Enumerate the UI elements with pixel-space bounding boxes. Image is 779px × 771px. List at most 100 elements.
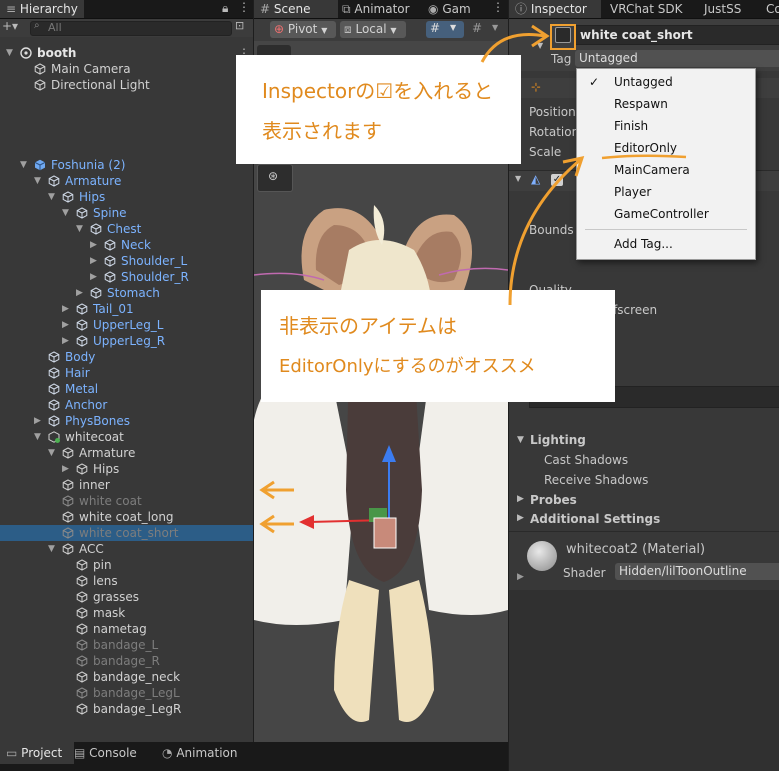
hierarchy-row-label: Chest xyxy=(107,222,142,236)
hierarchy-row[interactable]: ▼ Foshunia (2) xyxy=(0,157,253,173)
hierarchy-row[interactable]: ▼ Armature xyxy=(0,173,253,189)
tab-vrchat-sdk[interactable]: VRChat SDK xyxy=(610,0,683,18)
hierarchy-row[interactable]: ▶ Shoulder_L xyxy=(0,253,253,269)
hierarchy-row-label: bandage_LegL xyxy=(93,686,180,700)
hierarchy-row[interactable]: ▼ booth ⋮ xyxy=(0,45,253,61)
scene-visibility-icon[interactable]: ⊡ xyxy=(235,19,244,32)
hierarchy-row[interactable]: pin xyxy=(0,557,253,573)
hierarchy-row[interactable]: ▶ Shoulder_R xyxy=(0,269,253,285)
tag-dropdown[interactable]: Untagged xyxy=(575,50,779,67)
hierarchy-row[interactable]: white coat_short xyxy=(0,525,253,541)
chevron-down-icon[interactable]: ▼ xyxy=(517,435,524,445)
chevron-down-icon[interactable]: ▼ xyxy=(20,157,30,173)
hierarchy-row[interactable]: ▶ Hips xyxy=(0,461,253,477)
chevron-right-icon[interactable]: ▶ xyxy=(62,333,72,349)
local-dropdown[interactable]: ⧈ Local ▼ xyxy=(340,21,406,38)
chevron-right-icon[interactable]: ▶ xyxy=(90,269,100,285)
hierarchy-row[interactable]: bandage_LegR xyxy=(0,701,253,717)
hierarchy-row[interactable]: ▼ whitecoat xyxy=(0,429,253,445)
menu-item-untagged[interactable]: Untagged xyxy=(614,75,673,89)
tab-game[interactable]: ◉ Gam xyxy=(424,0,486,18)
hierarchy-row[interactable]: white coat_long xyxy=(0,509,253,525)
chevron-down-icon[interactable]: ▼ xyxy=(48,541,58,557)
more-menu-icon[interactable]: ⋮ xyxy=(238,0,250,14)
chevron-right-icon[interactable]: ▶ xyxy=(62,461,72,477)
chevron-right-icon[interactable]: ▶ xyxy=(62,317,72,333)
menu-item-finish[interactable]: Finish xyxy=(614,119,648,133)
chevron-down-icon[interactable]: ▼ xyxy=(48,445,58,461)
chevron-right-icon[interactable]: ▶ xyxy=(62,301,72,317)
hierarchy-row[interactable]: white coat xyxy=(0,493,253,509)
tab-animator[interactable]: ⧉ Animator xyxy=(338,0,424,18)
hierarchy-row[interactable]: bandage_L xyxy=(0,637,253,653)
gameobject-cube-icon xyxy=(62,527,74,539)
hierarchy-row[interactable]: ▶ Tail_01 xyxy=(0,301,253,317)
hierarchy-row[interactable]: ▼ Chest xyxy=(0,221,253,237)
hierarchy-row[interactable]: ▶ UpperLeg_L xyxy=(0,317,253,333)
menu-item-player[interactable]: Player xyxy=(614,185,651,199)
probes-foldout[interactable]: Probes xyxy=(530,493,577,507)
hierarchy-row[interactable]: grasses xyxy=(0,589,253,605)
chevron-down-icon[interactable]: ▼ xyxy=(34,429,44,445)
hierarchy-row-label: PhysBones xyxy=(65,414,131,428)
hierarchy-row[interactable]: Metal xyxy=(0,381,253,397)
lighting-foldout[interactable]: Lighting xyxy=(530,433,586,447)
tab-inspector[interactable]: ⓘ Inspector xyxy=(509,0,601,18)
menu-item-add-tag[interactable]: Add Tag... xyxy=(614,237,673,251)
hierarchy-row[interactable]: bandage_LegL xyxy=(0,685,253,701)
tab-co[interactable]: Co xyxy=(766,0,779,18)
hierarchy-row[interactable]: ▶ UpperLeg_R xyxy=(0,333,253,349)
hierarchy-row[interactable]: ▼ Armature xyxy=(0,445,253,461)
hierarchy-row[interactable]: Main Camera xyxy=(0,61,253,77)
hierarchy-row[interactable]: Hair xyxy=(0,365,253,381)
lock-icon[interactable]: 🔒︎ xyxy=(222,1,228,16)
chevron-down-icon[interactable]: ▼ xyxy=(48,189,58,205)
chevron-down-icon[interactable]: ▼ xyxy=(34,173,44,189)
chevron-right-icon[interactable]: ▶ xyxy=(517,572,524,582)
menu-item-respawn[interactable]: Respawn xyxy=(614,97,668,111)
tab-hierarchy[interactable]: ≡ Hierarchy xyxy=(0,0,84,18)
tab-scene[interactable]: # Scene xyxy=(254,0,338,18)
hierarchy-row[interactable]: ▶ PhysBones xyxy=(0,413,253,429)
chevron-right-icon[interactable]: ▶ xyxy=(90,237,100,253)
hierarchy-row[interactable]: ▶ Neck xyxy=(0,237,253,253)
additional-settings-foldout[interactable]: Additional Settings xyxy=(530,512,660,526)
chevron-right-icon[interactable]: ▶ xyxy=(90,253,100,269)
hierarchy-search[interactable]: ⌕ All xyxy=(30,20,232,36)
chevron-down-icon[interactable]: ▼ xyxy=(76,221,86,237)
menu-item-gamecontroller[interactable]: GameController xyxy=(614,207,709,221)
hierarchy-row[interactable]: ▼ Hips xyxy=(0,189,253,205)
add-icon[interactable]: +▾ xyxy=(2,19,18,33)
hierarchy-panel: ≡ Hierarchy 🔒︎ ⋮ +▾ ⌕ All ⊡ ▼ booth ⋮ Main … xyxy=(0,0,253,742)
tab-justss[interactable]: JustSS xyxy=(704,0,741,18)
menu-item-maincamera[interactable]: MainCamera xyxy=(614,163,690,177)
hierarchy-row[interactable]: nametag xyxy=(0,621,253,637)
hierarchy-row[interactable]: Directional Light xyxy=(0,77,253,93)
hierarchy-row-label: Main Camera xyxy=(51,62,131,76)
object-name-field[interactable]: white coat_short xyxy=(575,25,779,45)
tab-animation[interactable]: ◔ Animation xyxy=(162,742,238,764)
pivot-dropdown[interactable]: ⊕ Pivot ▼ xyxy=(270,21,336,38)
hierarchy-row[interactable]: ▼ Spine xyxy=(0,205,253,221)
more-menu-icon[interactable]: ⋮ xyxy=(492,0,504,14)
tab-project[interactable]: ▭ Project xyxy=(0,742,74,764)
grid-snap-toggle[interactable]: # ▼ xyxy=(426,21,464,38)
hierarchy-row[interactable]: mask xyxy=(0,605,253,621)
chevron-down-icon[interactable]: ▼ xyxy=(62,205,72,221)
hierarchy-row[interactable]: lens xyxy=(0,573,253,589)
chevron-right-icon[interactable]: ▶ xyxy=(34,413,44,429)
hierarchy-row[interactable]: ▼ ACC xyxy=(0,541,253,557)
hierarchy-row[interactable]: inner xyxy=(0,477,253,493)
hierarchy-row[interactable]: bandage_neck xyxy=(0,669,253,685)
chevron-right-icon[interactable]: ▶ xyxy=(517,513,524,523)
hierarchy-row[interactable]: Body xyxy=(0,349,253,365)
custom-tool-button[interactable]: ⊛ xyxy=(257,164,293,192)
tab-console[interactable]: ▤ Console xyxy=(74,742,137,764)
chevron-right-icon[interactable]: ▶ xyxy=(517,494,524,504)
shader-dropdown[interactable]: Hidden/lilToonOutline xyxy=(615,563,779,580)
hierarchy-row[interactable]: ▶ Stomach xyxy=(0,285,253,301)
hierarchy-row[interactable]: Anchor xyxy=(0,397,253,413)
hierarchy-row[interactable]: bandage_R xyxy=(0,653,253,669)
chevron-down-icon[interactable]: ▼ xyxy=(6,45,16,61)
chevron-right-icon[interactable]: ▶ xyxy=(76,285,86,301)
